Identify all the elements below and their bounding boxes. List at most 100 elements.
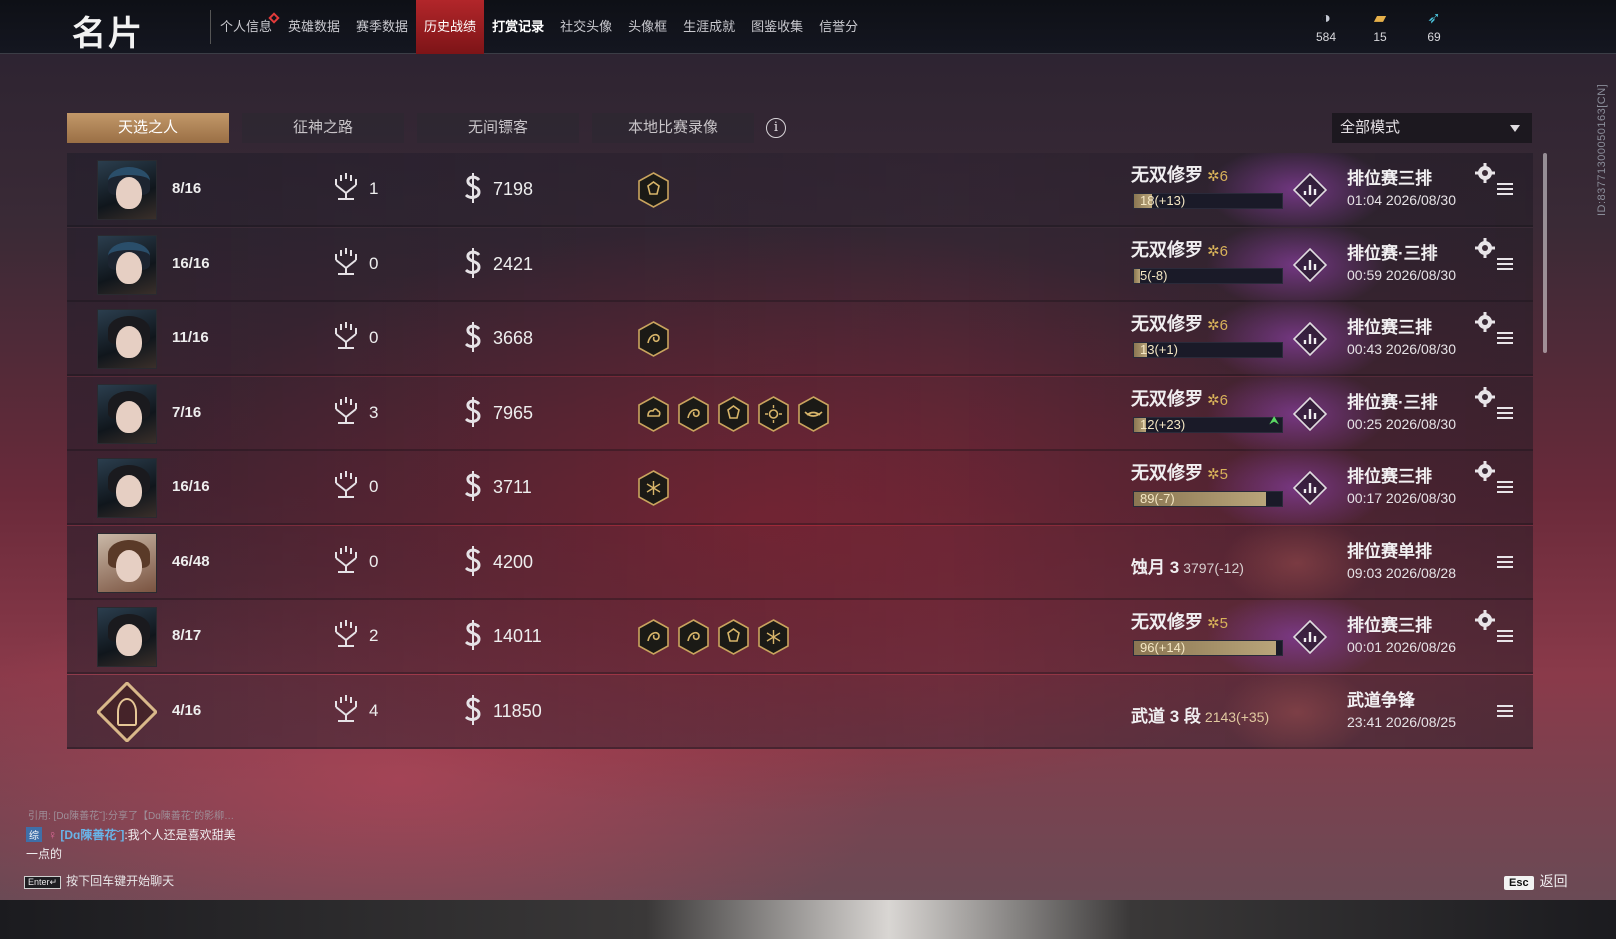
menu-icon[interactable] <box>1497 704 1513 717</box>
dragon-badge[interactable] <box>637 619 670 655</box>
avatar[interactable] <box>97 458 157 518</box>
rank-tier: 无双修罗 ✲6 <box>1131 161 1228 187</box>
tab-3[interactable]: 历史战绩 <box>416 0 485 54</box>
avatar[interactable] <box>97 383 157 444</box>
tab-6[interactable]: 头像框 <box>620 0 675 54</box>
match-time: 09:03 2026/08/28 <box>1347 564 1456 581</box>
stats-chart-button[interactable] <box>1292 619 1328 655</box>
dragon-badge[interactable] <box>677 619 710 655</box>
avatar[interactable] <box>97 234 157 295</box>
kills-count: 0 <box>369 253 379 273</box>
menu-icon[interactable] <box>1497 257 1513 270</box>
sun-badge[interactable] <box>757 395 790 432</box>
subtab-chosen-one[interactable]: 天选之人 <box>67 113 229 143</box>
female-icon: ♀ <box>48 828 61 842</box>
tab-label: 头像框 <box>628 19 668 34</box>
currency-2[interactable]: ➶ 69 <box>1418 8 1450 44</box>
stats-chart-button[interactable] <box>1292 470 1328 506</box>
avatar[interactable] <box>97 309 157 369</box>
esc-key-icon: Esc <box>1504 876 1534 890</box>
match-row[interactable]: 46/48 0 4200 蚀月 3 3797(-12) 排位赛单排 09:03 2026/0… <box>67 525 1533 600</box>
wing-badge[interactable] <box>797 395 830 432</box>
tab-4[interactable]: 打赏记录 <box>484 0 552 54</box>
menu-icon[interactable] <box>1497 481 1513 493</box>
match-row[interactable]: 7/16 3 7965 无双修罗 ✲6 12(+23) ⮝ 排位赛·三排 00:25 2026/… <box>67 376 1533 451</box>
match-row[interactable]: 8/17 2 14011 无双修罗 ✲5 96(+14) 排位赛三排 00:01 2026/0… <box>67 600 1533 674</box>
match-row[interactable]: 16/16 0 2421 无双修罗 ✲6 5(-8) 排位赛·三排 00:59 2026/08… <box>67 227 1533 302</box>
stats-chart-button[interactable] <box>1292 321 1328 357</box>
score-icon <box>462 320 484 354</box>
subtab-local-replay[interactable]: 本地比赛录像 <box>592 113 754 143</box>
currency-0[interactable]: ◑ 584 <box>1310 8 1342 44</box>
ticket-icon: ▰ <box>1373 10 1387 27</box>
kills-icon <box>332 618 360 650</box>
currency-1[interactable]: ▰ 15 <box>1364 8 1396 44</box>
chat-channel-tag: 综 <box>26 827 42 842</box>
rank-tier-name: 无双修罗 <box>1131 165 1203 185</box>
mode-select[interactable]: 全部模式 <box>1332 113 1532 143</box>
match-row[interactable]: 11/16 0 3668 无双修罗 ✲6 13(+1) 排位赛三排 00:43 2026/08… <box>67 302 1533 376</box>
rank-progress-text: 13(+1) <box>1140 342 1178 357</box>
tab-1[interactable]: 英雄数据 <box>280 0 348 54</box>
badge-list <box>637 470 670 506</box>
dragon-badge[interactable] <box>637 321 670 357</box>
match-row[interactable]: 8/16 1 7198 无双修罗 ✲6 18(+13) 排位赛三排 01:04 2026/08… <box>67 153 1533 227</box>
menu-icon[interactable] <box>1497 332 1513 344</box>
scrollbar[interactable] <box>1543 153 1547 353</box>
score-icon <box>462 544 484 578</box>
chat-hint-text: 按下回车键开始聊天 <box>66 874 175 888</box>
chat-sender[interactable]: [Dɑ陳善花˘] <box>60 828 124 842</box>
gear-icon[interactable] <box>1475 386 1495 407</box>
tab-7[interactable]: 生涯成就 <box>675 0 743 54</box>
stats-chart-button[interactable] <box>1292 247 1328 282</box>
rank-tier: 武道 3 段 2143(+35) <box>1131 702 1269 727</box>
avatar[interactable] <box>97 532 157 593</box>
menu-icon[interactable] <box>1497 630 1513 642</box>
subtab-escort[interactable]: 无间镖客 <box>417 113 579 143</box>
rank-progress-text: 5(-8) <box>1140 267 1168 283</box>
back-button[interactable]: Esc 返回 <box>1504 871 1568 891</box>
star-badge[interactable] <box>637 470 670 506</box>
shield-badge[interactable] <box>717 395 750 432</box>
mode-select-value: 全部模式 <box>1340 119 1401 136</box>
subtab-god-road[interactable]: 征神之路 <box>242 113 404 143</box>
gear-icon[interactable] <box>1475 163 1495 183</box>
match-time: 00:25 2026/08/30 <box>1347 415 1456 432</box>
tab-5[interactable]: 社交头像 <box>552 0 620 54</box>
tab-2[interactable]: 赛季数据 <box>348 0 416 54</box>
menu-icon[interactable] <box>1497 555 1513 568</box>
match-type: 排位赛三排 <box>1347 616 1432 635</box>
gear-icon[interactable] <box>1475 610 1495 630</box>
avatar[interactable] <box>97 607 157 667</box>
dragon-badge[interactable] <box>677 395 710 432</box>
score-icon <box>462 246 484 280</box>
placement: 16/16 <box>172 254 210 272</box>
avatar[interactable] <box>97 681 157 742</box>
cloud-badge[interactable] <box>637 395 670 432</box>
avatar-face <box>116 400 142 433</box>
stats-chart-button[interactable] <box>1292 172 1328 208</box>
rank-tier-name: 无双修罗 <box>1131 388 1203 409</box>
avatar[interactable] <box>97 160 157 220</box>
chat-hint[interactable]: Enter↵ 按下回车键开始聊天 <box>24 872 174 889</box>
gear-icon[interactable] <box>1475 461 1495 481</box>
menu-icon[interactable] <box>1497 183 1513 195</box>
menu-icon[interactable] <box>1497 406 1513 419</box>
info-icon[interactable]: i <box>766 118 786 138</box>
tab-8[interactable]: 图鉴收集 <box>743 0 811 54</box>
rank-progress: 96(+14) <box>1133 640 1283 656</box>
score-value: 3711 <box>493 477 532 497</box>
stats-chart-button[interactable] <box>1292 396 1328 431</box>
avatar-face <box>116 624 142 656</box>
shield-badge[interactable] <box>717 619 750 655</box>
placement: 16/16 <box>172 478 210 495</box>
gear-icon[interactable] <box>1475 312 1495 332</box>
tab-0[interactable]: 个人信息 <box>212 0 280 54</box>
match-row[interactable]: 4/16 4 11850 武道 3 段 2143(+35) 武道争锋 23:41 2026/… <box>67 674 1533 749</box>
gear-icon[interactable] <box>1475 237 1495 258</box>
star-badge[interactable] <box>757 619 790 655</box>
match-type: 排位赛·三排 <box>1347 243 1438 263</box>
match-row[interactable]: 16/16 0 3711 无双修罗 ✲5 89(-7) 排位赛三排 00:17 2026/08… <box>67 451 1533 525</box>
shield-badge[interactable] <box>637 172 670 208</box>
tab-9[interactable]: 信誉分 <box>811 0 866 54</box>
